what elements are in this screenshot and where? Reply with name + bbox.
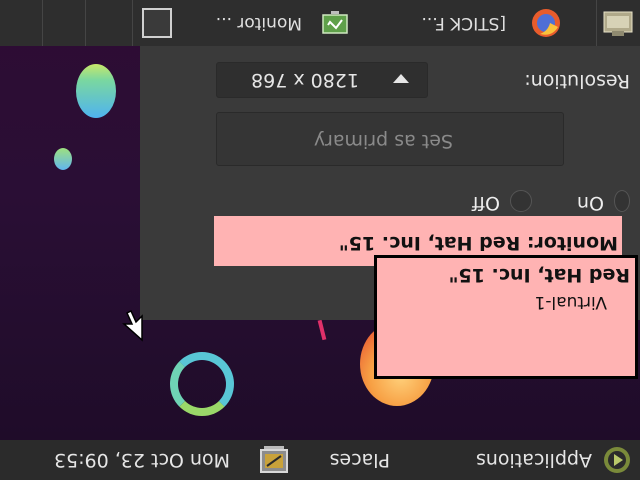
places-label: Places [329, 449, 390, 471]
power-on-radio[interactable] [614, 190, 630, 212]
file-manager-icon [603, 11, 633, 36]
firefox-icon [532, 9, 560, 37]
browser-launcher[interactable] [530, 0, 562, 46]
resolution-label: Resolution: [524, 70, 630, 92]
clock[interactable]: Mon Oct 23, 09:53 [54, 440, 230, 480]
dropdown-arrow-icon [393, 74, 409, 83]
applications-menu[interactable]: Applications [476, 440, 632, 480]
taskbar-item-monitor[interactable]: Monitor ... [216, 0, 350, 46]
monitor-label-name: Red Hat, Inc. 15" [448, 264, 630, 286]
monitor-label-connector: Virtual-1 [534, 292, 608, 312]
screenshot-icon [260, 446, 288, 473]
gnome-foot-icon [604, 447, 630, 473]
wallpaper-streak [317, 319, 327, 341]
monitor-label-popup: Virtual-1 Red Hat, Inc. 15" [374, 255, 638, 379]
clock-label: Mon Oct 23, 09:53 [53, 449, 230, 471]
resolution-value: 1280 x 768 [251, 69, 359, 91]
power-on-label: On [577, 192, 604, 214]
applications-label: Applications [475, 449, 592, 471]
workspace-square-icon [142, 8, 172, 38]
show-desktop-button[interactable] [602, 0, 634, 46]
taskbar-item-stick[interactable]: [STICK F... [421, 0, 506, 46]
wallpaper-ring [170, 352, 234, 416]
workspace-switcher[interactable] [142, 0, 172, 46]
panel-separator [132, 0, 133, 46]
panel-separator [596, 0, 597, 46]
screenshot-launcher[interactable] [258, 440, 290, 480]
mouse-pointer-icon [122, 309, 143, 342]
monitor-settings-icon [322, 11, 348, 34]
monitor-title: Monitor: Red Hat, Inc. 15" [338, 232, 618, 254]
places-menu[interactable]: Places [330, 440, 390, 480]
screen: Applications Places Mon Oct 23, 09:53 [S… [0, 0, 640, 480]
taskbar-item-monitor-label: Monitor ... [215, 13, 302, 33]
power-off-label: Off [471, 192, 500, 214]
top-panel: Applications Places Mon Oct 23, 09:53 [0, 440, 640, 480]
taskbar-item-stick-label: [STICK F... [421, 13, 506, 33]
power-off-radio[interactable] [510, 190, 532, 212]
wallpaper-dot-blue [76, 64, 116, 118]
panel-separator [42, 0, 43, 46]
wallpaper-dot-small [54, 148, 72, 170]
set-primary-button[interactable]: Set as primary [216, 112, 564, 166]
set-primary-label: Set as primary [313, 130, 453, 152]
panel-separator [85, 0, 86, 46]
resolution-dropdown[interactable]: 1280 x 768 [216, 62, 428, 98]
